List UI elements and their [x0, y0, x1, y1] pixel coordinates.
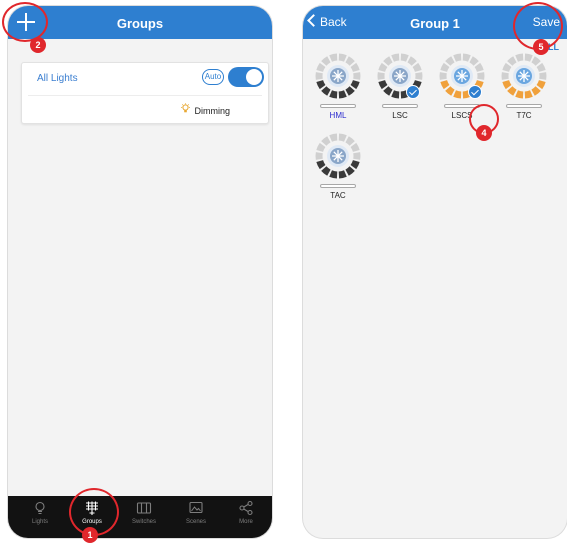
light-fixture-icon — [315, 53, 361, 99]
checkmark-icon — [406, 85, 420, 99]
toggle-knob — [246, 69, 262, 85]
lightbulb-icon — [180, 103, 192, 114]
light-name: TAC — [330, 191, 346, 200]
group-toggle[interactable] — [228, 67, 264, 87]
light-level-bar — [506, 104, 542, 108]
switches-icon — [136, 502, 152, 514]
light-name: HML — [329, 111, 347, 120]
group-card-all-lights[interactable]: All Lights Auto Dimming — [21, 62, 269, 124]
annotation-badge: 1 — [82, 527, 98, 543]
group-name: All Lights — [37, 73, 78, 84]
dimming-button[interactable]: Dimming — [180, 103, 230, 116]
tab-lights[interactable]: Lights — [14, 500, 66, 525]
light-tile-tac[interactable]: TAC — [311, 128, 365, 210]
tab-bar: Lights Groups Switches Scenes More — [8, 496, 272, 538]
scenes-icon — [189, 501, 203, 514]
light-name: LSC — [392, 111, 408, 120]
light-fixture-icon — [315, 133, 361, 179]
auto-button[interactable]: Auto — [202, 69, 224, 85]
tab-label: Switches — [131, 519, 156, 525]
annotation-badge: 5 — [533, 39, 549, 55]
light-tile-hml[interactable]: HML — [311, 48, 365, 130]
tab-label: Scenes — [185, 519, 206, 525]
tab-scenes[interactable]: Scenes — [170, 500, 222, 525]
groups-screen: Groups All Lights Auto Dimming Lights Gr… — [8, 6, 272, 538]
tab-label: More — [239, 519, 253, 525]
tab-label: Lights — [31, 519, 48, 525]
light-tile-lsc[interactable]: LSC — [373, 48, 427, 130]
light-level-bar — [320, 184, 356, 188]
lightbulb-icon — [35, 501, 45, 515]
checkmark-icon — [468, 85, 482, 99]
tab-switches[interactable]: Switches — [118, 500, 170, 525]
light-tile-t7c[interactable]: T7C — [497, 48, 551, 130]
annotation-badge: 2 — [30, 37, 46, 53]
light-name: T7C — [516, 111, 532, 120]
light-level-bar — [382, 104, 418, 108]
annotation-ring-add — [2, 2, 48, 42]
share-icon — [239, 500, 253, 516]
dimming-label: Dimming — [194, 106, 231, 116]
light-fixture-icon — [501, 53, 547, 99]
tab-more[interactable]: More — [220, 500, 272, 525]
group-edit-screen: Back Group 1 Save ALL HML LSC LSCS T7C T… — [303, 6, 567, 538]
annotation-badge: 4 — [476, 125, 492, 141]
divider — [28, 95, 262, 96]
light-level-bar — [320, 104, 356, 108]
